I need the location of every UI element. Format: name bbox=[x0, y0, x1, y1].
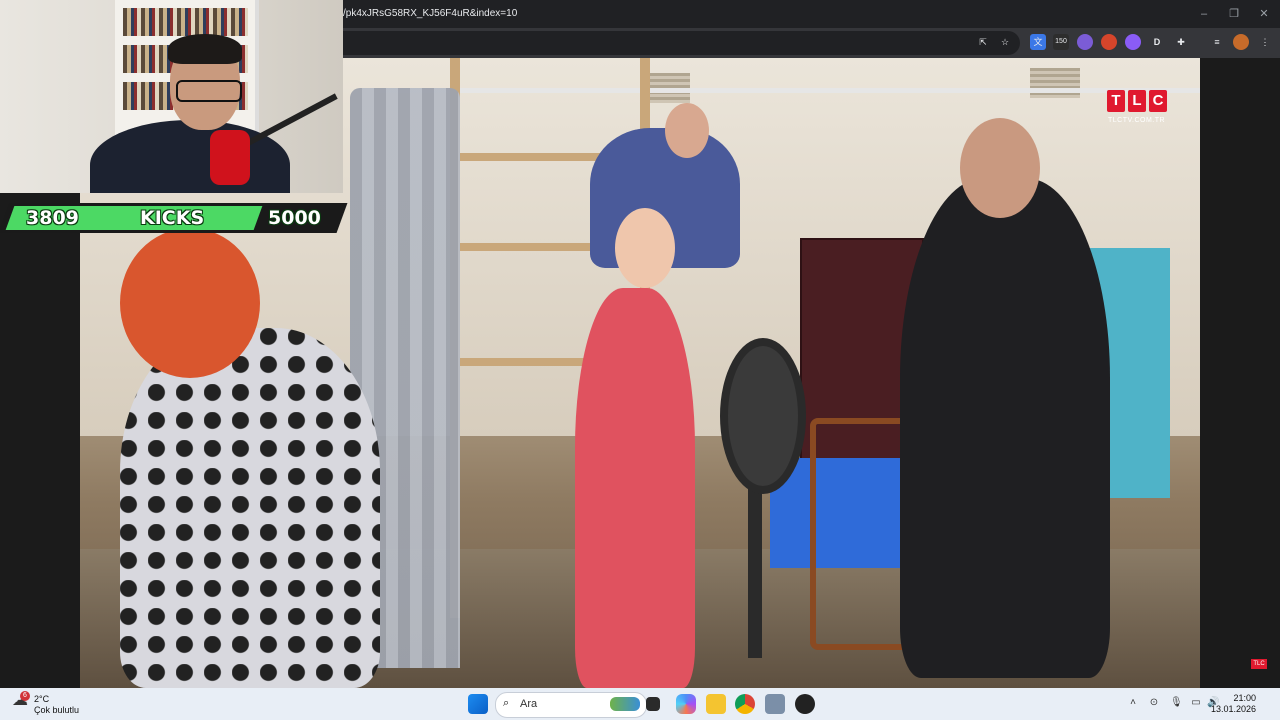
display-icon[interactable]: ▭ bbox=[1190, 697, 1202, 709]
webcam-overlay bbox=[0, 0, 343, 193]
star-icon[interactable]: ☆ bbox=[997, 34, 1013, 50]
tlc-small-logo: TLC bbox=[1251, 659, 1267, 669]
queue-icon[interactable]: ≡ bbox=[1209, 34, 1225, 50]
network-tray-icon[interactable]: ⊙ bbox=[1148, 697, 1160, 709]
fox-icon[interactable] bbox=[1101, 34, 1117, 50]
snipping-icon[interactable] bbox=[765, 694, 785, 714]
fan-stand bbox=[748, 478, 762, 658]
minimize-icon[interactable]: – bbox=[1196, 6, 1212, 22]
windows-start-icon[interactable] bbox=[468, 694, 488, 714]
person-head bbox=[960, 118, 1040, 218]
d-icon[interactable]: D bbox=[1149, 34, 1165, 50]
weather-temperature[interactable]: 2°C bbox=[34, 694, 49, 704]
search-box[interactable]: ⌕ Ara bbox=[495, 692, 647, 718]
cast-icon[interactable]: ⇱ bbox=[975, 34, 991, 50]
wall-vent bbox=[1030, 68, 1080, 98]
chevron-up-icon[interactable]: ˄ bbox=[1127, 697, 1139, 709]
menu-icon[interactable]: ⋮ bbox=[1257, 34, 1273, 50]
microphone-icon[interactable]: 🎙 bbox=[1170, 697, 1183, 709]
person-head-red-hair bbox=[120, 228, 260, 378]
kicks-goal-bar: 3809 KICKS 5000 bbox=[0, 203, 348, 233]
tlc-url: TLCTV.COM.TR bbox=[1108, 117, 1166, 124]
system-clock[interactable]: 21:00 13.01.2026 bbox=[1211, 693, 1256, 715]
wooden-chair bbox=[810, 418, 912, 650]
url-text[interactable]: /pk4xJRsG58RX_KJ56F4uR&index=10 bbox=[343, 8, 517, 19]
weather-badge: 6 bbox=[20, 691, 30, 701]
windows-taskbar: ☁ 6 2°C Çok bulutlu ⌕ Ara ˄ ⊙ 🎙 ▭ 🔊 21:0… bbox=[0, 688, 1280, 720]
copilot-icon[interactable] bbox=[676, 694, 696, 714]
kicks-goal: 5000 bbox=[268, 207, 321, 229]
person-leopard bbox=[120, 328, 380, 688]
task-view-icon[interactable] bbox=[646, 697, 660, 711]
close-icon[interactable]: ✕ bbox=[1256, 6, 1272, 22]
address-bar[interactable] bbox=[300, 31, 1020, 55]
fan bbox=[720, 338, 806, 494]
restore-icon[interactable]: ❐ bbox=[1226, 6, 1242, 22]
glasses bbox=[176, 80, 242, 102]
profile-avatar[interactable] bbox=[1233, 34, 1249, 50]
search-placeholder: Ara bbox=[520, 698, 538, 710]
extension-150-icon[interactable]: 150 bbox=[1053, 34, 1069, 50]
chrome-icon[interactable] bbox=[735, 694, 755, 714]
translate-icon[interactable]: 文 bbox=[1030, 34, 1046, 50]
person-overalls bbox=[575, 288, 695, 688]
person-head bbox=[615, 208, 675, 288]
microphone bbox=[210, 130, 250, 185]
weather-description[interactable]: Çok bulutlu bbox=[34, 705, 79, 715]
search-highlight-icon bbox=[610, 697, 640, 711]
mic-arm bbox=[246, 93, 338, 146]
clock-time: 21:00 bbox=[1233, 693, 1256, 703]
file-explorer-icon[interactable] bbox=[706, 694, 726, 714]
streamer-hair bbox=[168, 34, 242, 64]
search-icon: ⌕ bbox=[503, 697, 510, 709]
tlc-logo: T L C bbox=[1107, 90, 1167, 112]
obs-icon[interactable] bbox=[795, 694, 815, 714]
clock-date: 13.01.2026 bbox=[1210, 704, 1256, 714]
puzzle-icon[interactable]: ✚ bbox=[1173, 34, 1189, 50]
kicks-current: 3809 bbox=[26, 207, 79, 229]
person-jacket bbox=[900, 178, 1110, 678]
person-head bbox=[665, 103, 709, 158]
shield-icon[interactable] bbox=[1077, 34, 1093, 50]
kicks-label: KICKS bbox=[140, 207, 205, 229]
cloud-icon[interactable] bbox=[1125, 34, 1141, 50]
